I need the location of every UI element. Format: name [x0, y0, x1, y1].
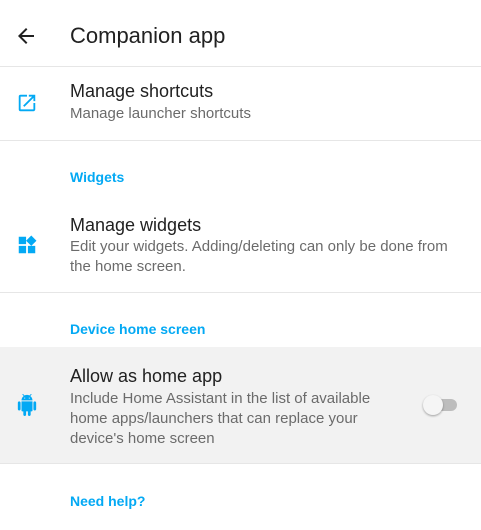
allow-home-app-switch[interactable] [423, 395, 459, 415]
app-bar: Companion app [0, 0, 481, 67]
open-in-new-icon [16, 92, 38, 114]
manage-shortcuts-summary: Manage launcher shortcuts [70, 105, 251, 122]
page-title: Companion app [70, 23, 226, 48]
manage-widgets-item[interactable]: Manage widgets Edit your widgets. Adding… [0, 196, 481, 292]
divider [0, 463, 481, 464]
manage-widgets-title: Manage widgets [70, 215, 202, 235]
need-help-category-header: Need help? [70, 493, 146, 509]
device-home-screen-category-header: Device home screen [70, 321, 206, 337]
widgets-icon [16, 234, 38, 256]
android-icon [16, 394, 38, 416]
allow-home-app-title: Allow as home app [70, 366, 223, 386]
manage-shortcuts-title: Manage shortcuts [70, 81, 214, 101]
allow-home-app-summary: Include Home Assistant in the list of av… [70, 390, 371, 447]
arrow-left-icon [18, 28, 34, 44]
back-button[interactable] [14, 24, 38, 48]
divider [0, 140, 481, 141]
widgets-category-header: Widgets [70, 169, 125, 185]
divider [0, 292, 481, 293]
manage-shortcuts-item[interactable]: Manage shortcuts Manage launcher shortcu… [0, 66, 481, 141]
manage-widgets-summary: Edit your widgets. Adding/deleting can o… [70, 238, 448, 275]
allow-home-app-item[interactable]: Allow as home app Include Home Assistant… [0, 347, 481, 463]
switch-thumb [423, 395, 443, 415]
